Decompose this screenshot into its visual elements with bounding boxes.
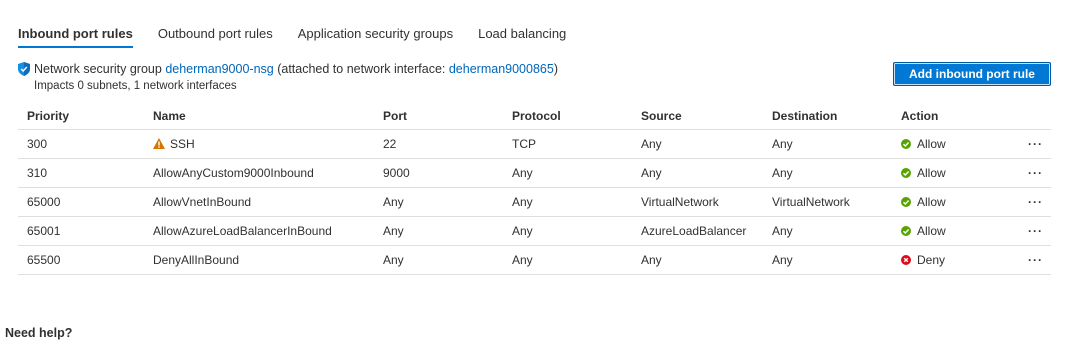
- table-row[interactable]: 65500 DenyAllInBound Any Any Any Any Deny ···: [18, 245, 1051, 275]
- cell-action: Allow: [892, 187, 991, 217]
- more-options-button[interactable]: ···: [991, 158, 1051, 188]
- cell-destination: Any: [763, 129, 892, 159]
- action-label: Allow: [917, 166, 946, 180]
- table-row[interactable]: 310 AllowAnyCustom9000Inbound 9000 Any Any An…: [18, 158, 1051, 188]
- rule-name[interactable]: SSH: [170, 137, 195, 151]
- cell-name[interactable]: SSH: [144, 129, 374, 159]
- cell-port: Any: [374, 216, 503, 246]
- shield-icon: [18, 62, 30, 76]
- action-label: Allow: [917, 195, 946, 209]
- cell-action: Allow: [892, 129, 991, 159]
- more-options-button[interactable]: ···: [991, 216, 1051, 246]
- nic-name-link[interactable]: deherman9000865: [449, 62, 554, 76]
- warning-icon: [153, 138, 165, 149]
- column-header-destination[interactable]: Destination: [763, 102, 892, 130]
- action-label: Allow: [917, 224, 946, 238]
- more-options-button[interactable]: ···: [991, 129, 1051, 159]
- allow-check-icon: [901, 197, 911, 207]
- cell-source: VirtualNetwork: [632, 187, 763, 217]
- tab-application-security-groups[interactable]: Application security groups: [298, 26, 453, 48]
- deny-x-icon: [901, 255, 911, 265]
- cell-priority: 300: [18, 129, 144, 159]
- cell-protocol: Any: [503, 245, 632, 275]
- impacts-text: Impacts 0 subnets, 1 network interfaces: [34, 80, 237, 92]
- column-header-more: [991, 102, 1051, 130]
- cell-priority: 65500: [18, 245, 144, 275]
- cell-name[interactable]: DenyAllInBound: [144, 245, 374, 275]
- allow-check-icon: [901, 226, 911, 236]
- table-row[interactable]: 65000 AllowVnetInBound Any Any VirtualNetwor…: [18, 187, 1051, 217]
- cell-priority: 310: [18, 158, 144, 188]
- nsg-attached-text: (attached to network interface:: [277, 62, 446, 76]
- cell-protocol: Any: [503, 216, 632, 246]
- need-help-heading: Need help?: [5, 326, 73, 340]
- cell-source: Any: [632, 129, 763, 159]
- column-header-name[interactable]: Name: [144, 102, 374, 130]
- tab-bar: Inbound port rules Outbound port rules A…: [18, 26, 591, 48]
- cell-action: Deny: [892, 245, 991, 275]
- cell-port: Any: [374, 187, 503, 217]
- table-row[interactable]: 300 SSH 22 TCP Any Any Allow ···: [18, 129, 1051, 159]
- cell-protocol: Any: [503, 158, 632, 188]
- cell-action: Allow: [892, 158, 991, 188]
- cell-source: Any: [632, 158, 763, 188]
- cell-name[interactable]: AllowAzureLoadBalancerInBound: [144, 216, 374, 246]
- tab-load-balancing[interactable]: Load balancing: [478, 26, 566, 48]
- tab-inbound-port-rules[interactable]: Inbound port rules: [18, 26, 133, 48]
- cell-priority: 65001: [18, 216, 144, 246]
- column-header-priority[interactable]: Priority: [18, 102, 144, 130]
- action-label: Allow: [917, 137, 946, 151]
- cell-port: 22: [374, 129, 503, 159]
- cell-source: Any: [632, 245, 763, 275]
- nsg-info: Network security group deherman9000-nsg …: [18, 62, 558, 76]
- column-header-protocol[interactable]: Protocol: [503, 102, 632, 130]
- cell-port: 9000: [374, 158, 503, 188]
- column-header-action[interactable]: Action: [892, 102, 991, 130]
- action-label: Deny: [917, 253, 946, 267]
- cell-action: Allow: [892, 216, 991, 246]
- inbound-rules-table: Priority Name Port Protocol Source Desti…: [18, 102, 1051, 275]
- more-options-button[interactable]: ···: [991, 245, 1051, 275]
- table-row[interactable]: 65001 AllowAzureLoadBalancerInBound Any Any…: [18, 216, 1051, 246]
- cell-protocol: Any: [503, 187, 632, 217]
- cell-name[interactable]: AllowAnyCustom9000Inbound: [144, 158, 374, 188]
- more-options-button[interactable]: ···: [991, 187, 1051, 217]
- cell-source: AzureLoadBalancer: [632, 216, 763, 246]
- cell-destination: Any: [763, 245, 892, 275]
- add-inbound-port-rule-button[interactable]: Add inbound port rule: [893, 62, 1051, 86]
- nsg-close-paren: ): [553, 62, 558, 76]
- cell-protocol: TCP: [503, 129, 632, 159]
- rule-name[interactable]: AllowVnetInBound: [153, 195, 251, 209]
- cell-destination: Any: [763, 158, 892, 188]
- cell-port: Any: [374, 245, 503, 275]
- column-header-port[interactable]: Port: [374, 102, 503, 130]
- column-header-source[interactable]: Source: [632, 102, 763, 130]
- rule-name[interactable]: AllowAnyCustom9000Inbound: [153, 166, 314, 180]
- allow-check-icon: [901, 168, 911, 178]
- cell-destination: Any: [763, 216, 892, 246]
- rule-name[interactable]: DenyAllInBound: [153, 253, 239, 267]
- tab-outbound-port-rules[interactable]: Outbound port rules: [158, 26, 273, 48]
- cell-name[interactable]: AllowVnetInBound: [144, 187, 374, 217]
- rule-name[interactable]: AllowAzureLoadBalancerInBound: [153, 224, 332, 238]
- cell-destination: VirtualNetwork: [763, 187, 892, 217]
- nsg-name-link[interactable]: deherman9000-nsg: [165, 62, 273, 76]
- allow-check-icon: [901, 139, 911, 149]
- table-body: 300 SSH 22 TCP Any Any Allow ··· 310 AllowAnyCust…: [18, 129, 1051, 275]
- table-header-row: Priority Name Port Protocol Source Desti…: [18, 102, 1051, 130]
- cell-priority: 65000: [18, 187, 144, 217]
- nsg-prefix: Network security group: [34, 62, 162, 76]
